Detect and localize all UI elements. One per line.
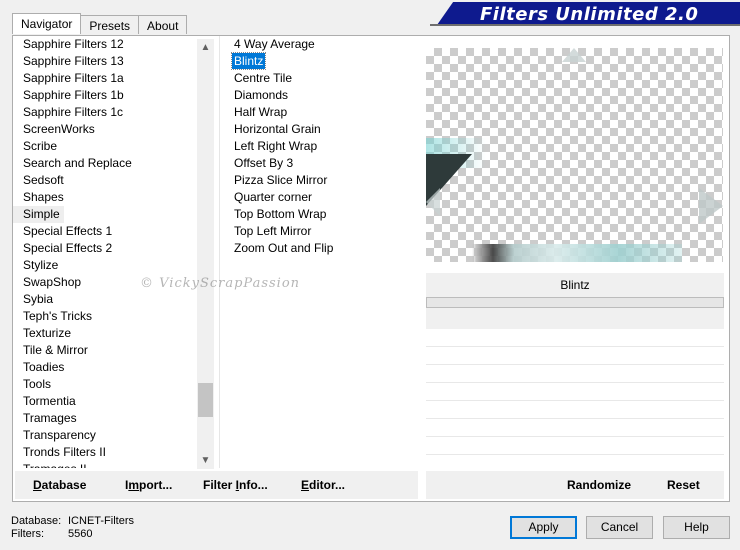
category-item[interactable]: Tramages (13, 410, 227, 427)
category-item[interactable]: Toadies (13, 359, 227, 376)
category-item[interactable]: Sedsoft (13, 172, 227, 189)
category-list[interactable]: Sapphire Filters 12 Sapphire Filters 13 Sa… (13, 36, 227, 468)
parameter-row (426, 364, 724, 365)
banner-title: Filters Unlimited 2.0 (480, 4, 699, 25)
category-item[interactable]: Sapphire Filters 1c (13, 104, 227, 121)
parameter-row (426, 454, 724, 455)
filter-item[interactable]: Horizontal Grain (220, 121, 419, 138)
category-item[interactable]: Special Effects 2 (13, 240, 227, 257)
status-info: Database: ICNET-Filters Filters: 5560 (11, 515, 134, 541)
watermark-text: © VickyScrapPassion (140, 276, 301, 291)
filter-item-label: Blintz (230, 52, 267, 70)
database-label: Database: (11, 515, 62, 527)
filter-item-label: Offset By 3 (234, 156, 294, 170)
filter-item[interactable]: 4 Way Average (220, 36, 419, 53)
category-item[interactable]: Texturize (13, 325, 227, 342)
right-button-bar: Randomize Reset (426, 471, 724, 499)
parameter-row (426, 400, 724, 401)
help-button[interactable]: Help (663, 516, 730, 539)
progress-bar (426, 297, 724, 308)
filters-count: 5560 (68, 528, 93, 540)
category-item[interactable]: Stylize (13, 257, 227, 274)
tab-presets[interactable]: Presets (80, 15, 140, 34)
tab-strip: Navigator Presets About (12, 13, 188, 34)
tab-navigator[interactable]: Navigator (12, 13, 82, 34)
parameter-row (426, 346, 724, 347)
selected-filter-name: Blintz (426, 273, 724, 297)
database-button[interactable]: Database (33, 478, 86, 492)
import-button[interactable]: Import... (125, 478, 172, 492)
preview-shape (472, 244, 682, 262)
filters-label: Filters: (11, 528, 44, 540)
filter-item-label: 4 Way Average (234, 37, 315, 51)
filter-item-label: Half Wrap (234, 105, 288, 119)
category-item[interactable]: Sapphire Filters 1b (13, 87, 227, 104)
scroll-up-arrow-icon[interactable]: ▲ (197, 39, 214, 56)
category-item[interactable]: Simple (13, 206, 64, 223)
category-item[interactable]: Sybia (13, 291, 227, 308)
tab-about[interactable]: About (138, 15, 188, 34)
category-item[interactable]: ScreenWorks (13, 121, 227, 138)
filter-item[interactable]: Pizza Slice Mirror (220, 172, 419, 189)
filter-item-label: Horizontal Grain (234, 122, 321, 136)
category-item[interactable]: Special Effects 1 (13, 223, 227, 240)
filter-item[interactable]: Quarter corner (220, 189, 419, 206)
category-item[interactable]: Tormentia (13, 393, 227, 410)
preview-shape (426, 188, 440, 216)
filter-item-label: Left Right Wrap (234, 139, 318, 153)
filter-item[interactable]: Diamonds (220, 87, 419, 104)
filter-item-label: Top Bottom Wrap (234, 207, 327, 221)
database-value: ICNET-Filters (68, 515, 134, 527)
filter-item-label: Zoom Out and Flip (234, 241, 334, 255)
category-item[interactable]: Shapes (13, 189, 227, 206)
filter-info-button[interactable]: Filter Info... (203, 478, 268, 492)
parameter-header (426, 308, 724, 329)
category-item[interactable]: Tronds Filters II (13, 444, 227, 461)
filter-list[interactable]: 4 Way Average Blintz Centre Tile Diamonds Ha… (219, 36, 419, 468)
title-banner: Filters Unlimited 2.0 (430, 2, 740, 26)
category-item[interactable]: Teph's Tricks (13, 308, 227, 325)
filter-item[interactable]: Blintz (220, 52, 419, 70)
category-item[interactable]: Sapphire Filters 1a (13, 70, 227, 87)
scroll-thumb[interactable] (198, 383, 213, 417)
filter-item-label: Top Left Mirror (234, 224, 312, 238)
left-button-bar: Database Import... Filter Info... Editor… (15, 471, 418, 499)
filter-item-label: Centre Tile (234, 71, 293, 85)
filter-item[interactable]: Top Left Mirror (220, 223, 419, 240)
apply-button[interactable]: Apply (510, 516, 577, 539)
parameter-row (426, 436, 724, 437)
category-item[interactable]: Tramages II (13, 461, 227, 468)
category-scrollbar[interactable]: ▲ ▼ (197, 39, 214, 469)
parameter-row (426, 418, 724, 419)
preview-shape (699, 188, 723, 224)
reset-button[interactable]: Reset (667, 478, 700, 492)
category-item[interactable]: Sapphire Filters 12 (13, 36, 227, 53)
filter-item-label: Quarter corner (234, 190, 313, 204)
filter-item[interactable]: Top Bottom Wrap (220, 206, 419, 223)
editor-button[interactable]: Editor... (301, 478, 345, 492)
filter-item-label: Pizza Slice Mirror (234, 173, 328, 187)
cancel-button[interactable]: Cancel (586, 516, 653, 539)
navigator-panel: Sapphire Filters 12 Sapphire Filters 13 Sa… (12, 35, 730, 502)
filter-item[interactable]: Left Right Wrap (220, 138, 419, 155)
scroll-down-arrow-icon[interactable]: ▼ (197, 452, 214, 469)
preview-image (426, 48, 723, 262)
category-item[interactable]: Tools (13, 376, 227, 393)
category-item[interactable]: Scribe (13, 138, 227, 155)
filter-item[interactable]: Half Wrap (220, 104, 419, 121)
filter-item[interactable]: Centre Tile (220, 70, 419, 87)
parameter-row (426, 382, 724, 383)
filter-item[interactable]: Offset By 3 (220, 155, 419, 172)
category-item[interactable]: Sapphire Filters 13 (13, 53, 227, 70)
category-item[interactable]: Tile & Mirror (13, 342, 227, 359)
filter-item-label: Diamonds (234, 88, 289, 102)
randomize-button[interactable]: Randomize (567, 478, 631, 492)
filter-item[interactable]: Zoom Out and Flip (220, 240, 419, 257)
category-item[interactable]: Search and Replace (13, 155, 227, 172)
preview-shape (562, 48, 586, 62)
category-item[interactable]: Transparency (13, 427, 227, 444)
